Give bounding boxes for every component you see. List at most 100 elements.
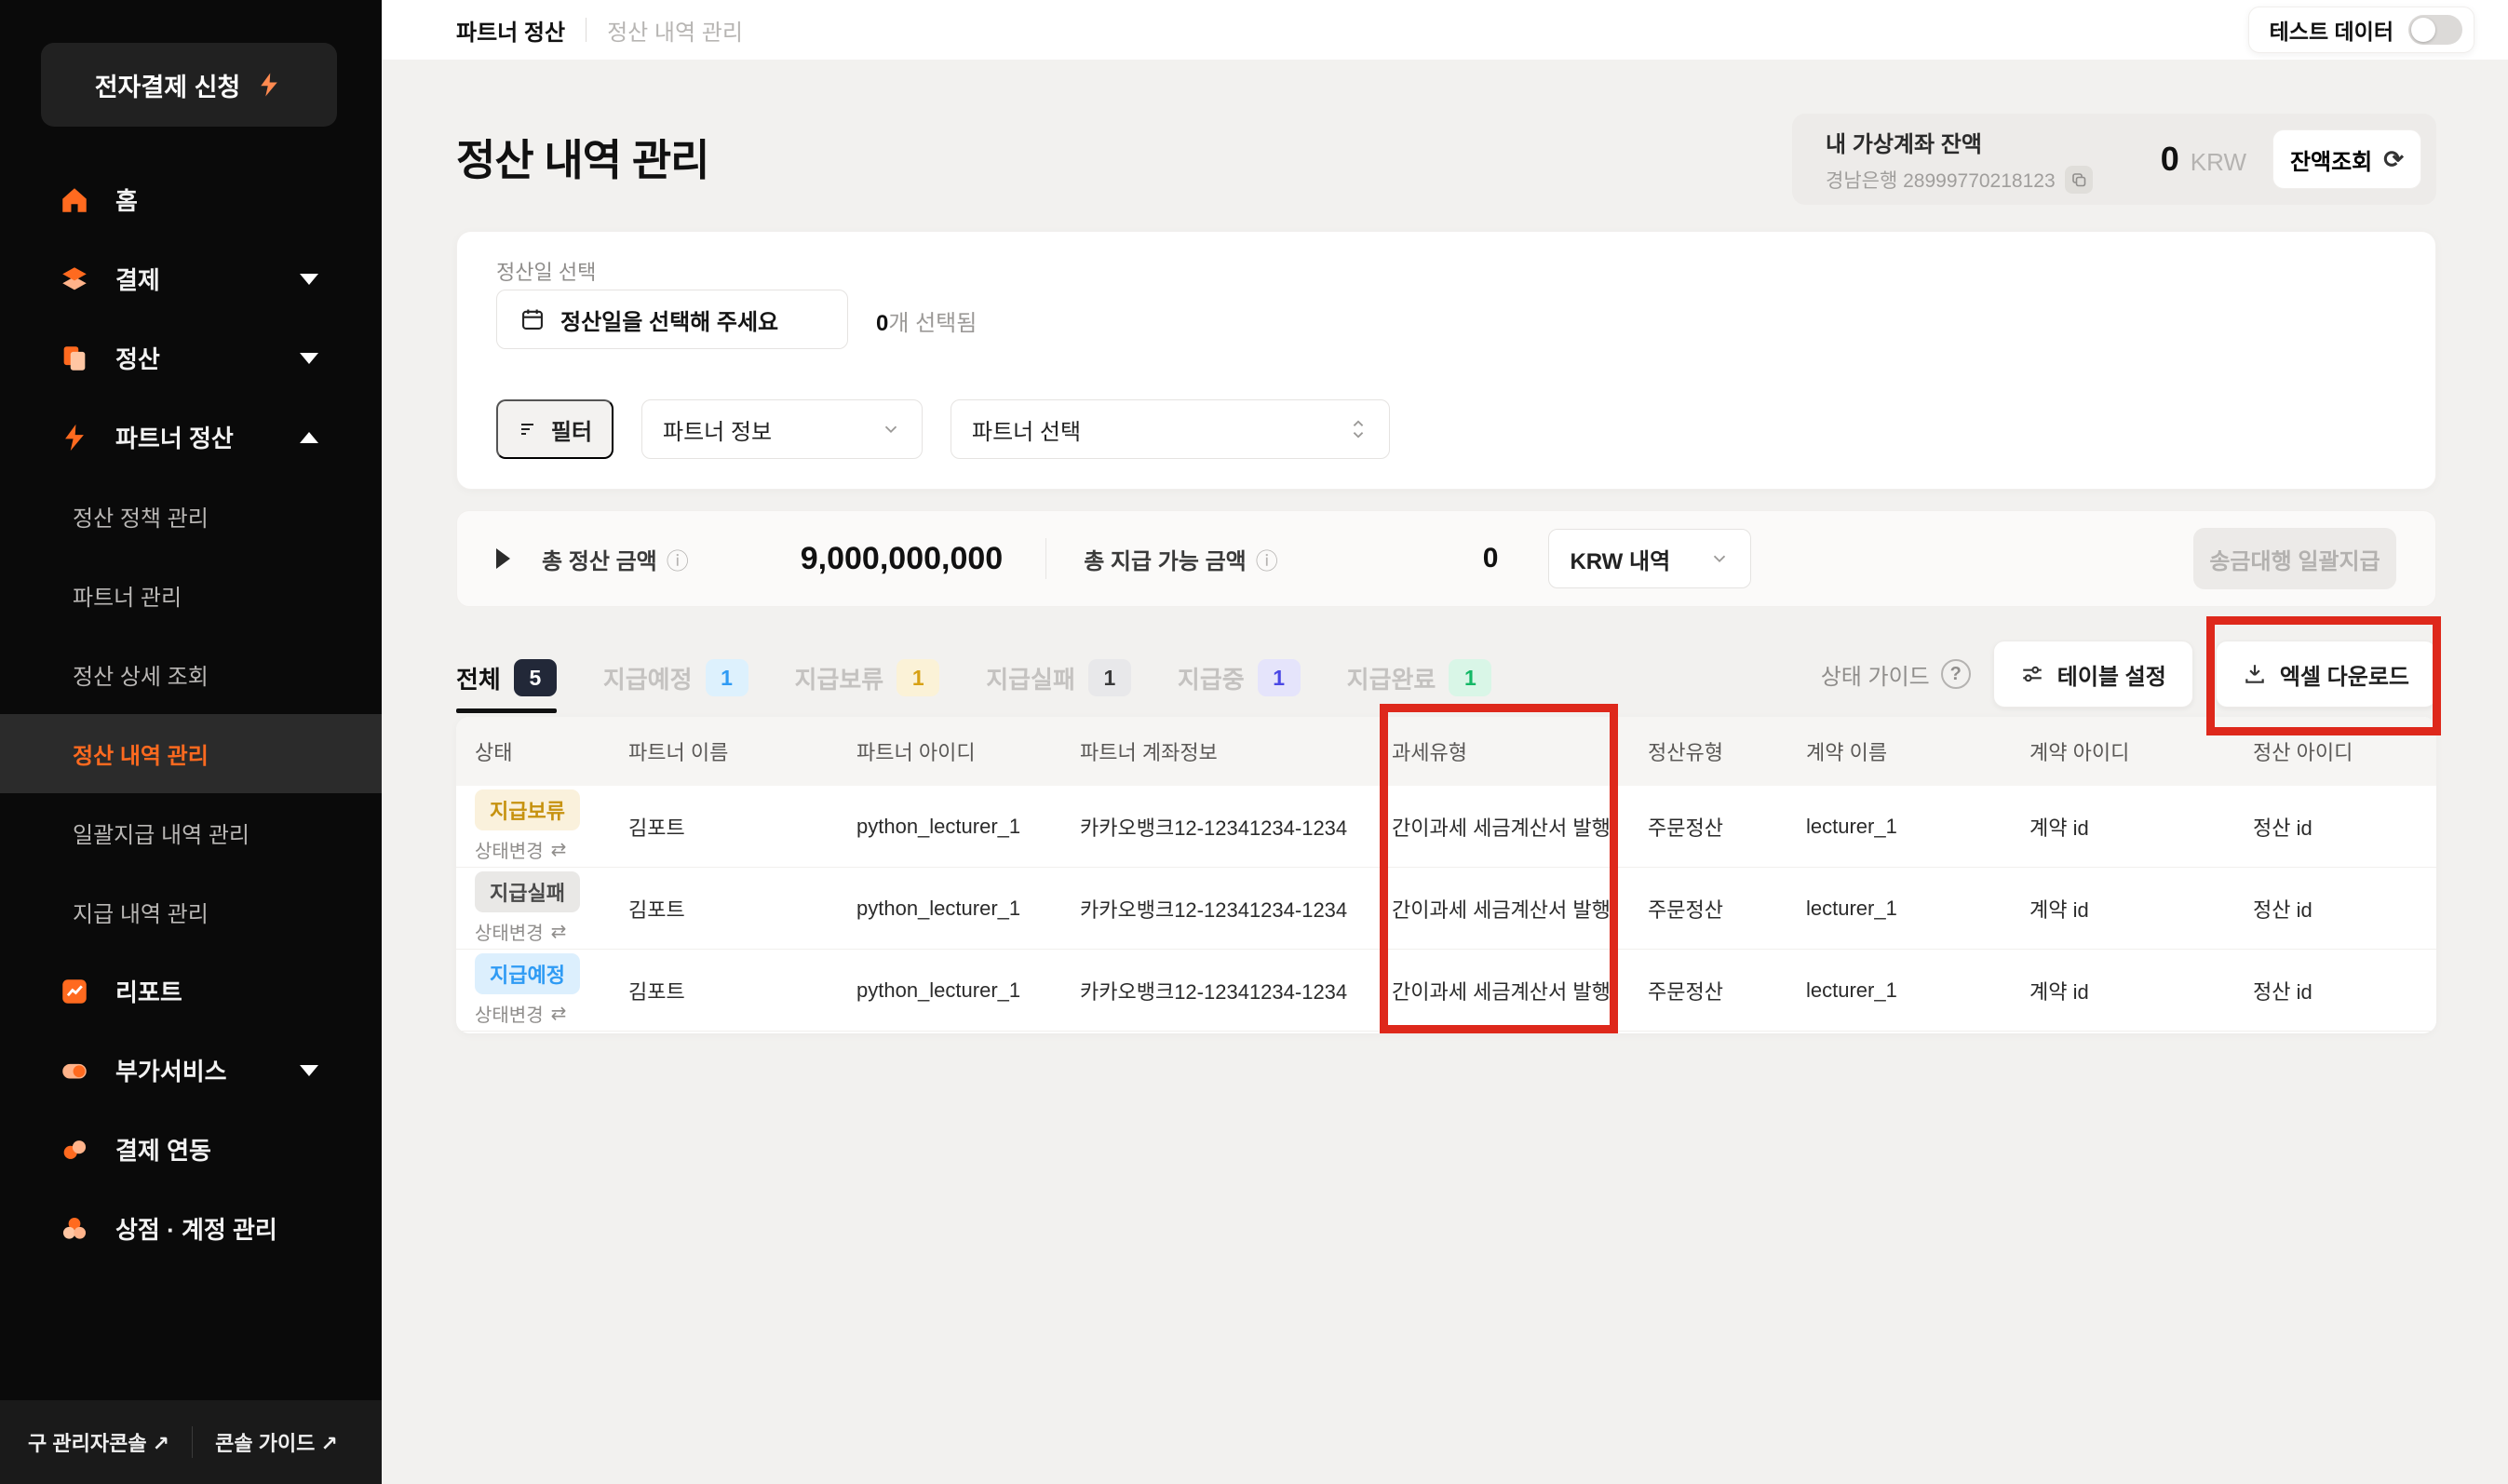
balance-inquiry-button[interactable]: 잔액조회 ⟳ <box>2272 129 2421 189</box>
chevron-down-icon <box>300 274 318 285</box>
balance-value: 0 <box>2161 140 2179 179</box>
tab-scheduled[interactable]: 지급예정 1 <box>603 642 748 713</box>
cell-tax-type: 간이과세 세금계산서 발행 <box>1392 812 1648 842</box>
filter-button[interactable]: 필터 <box>496 399 614 459</box>
cell-contract-name: lecturer_1 <box>1806 897 2029 921</box>
sidebar-item-payment-integration[interactable]: 결제 연동 <box>0 1110 382 1189</box>
download-icon <box>2243 662 2267 686</box>
status-change-link[interactable]: 상태변경 ⇄ <box>475 1000 566 1027</box>
docs-icon <box>56 340 93 377</box>
balance-account: 경남은행 28999770218123 <box>1826 166 2093 194</box>
expand-caret-icon[interactable] <box>496 548 510 569</box>
settlement-date-label: 정산일 선택 <box>496 256 596 286</box>
bulk-transfer-button[interactable]: 송금대행 일괄지급 <box>2193 528 2396 589</box>
excel-download-button[interactable]: 엑셀 다운로드 <box>2216 641 2436 708</box>
account-number: 경남은행 28999770218123 <box>1826 166 2056 194</box>
status-guide-link[interactable]: 상태 가이드 ? <box>1821 658 1971 691</box>
sub-item-label: 일괄지급 내역 관리 <box>73 816 249 849</box>
selected-count-value: 0 <box>876 311 888 336</box>
selected-count-suffix: 개 선택됨 <box>888 311 977 336</box>
table-row[interactable]: 지급실패 상태변경 ⇄ 김포트 python_lecturer_1 카카오뱅크1… <box>456 868 2436 950</box>
info-icon[interactable]: ⓘ <box>667 543 689 575</box>
sidebar-item-report[interactable]: 리포트 <box>0 951 382 1031</box>
table-settings-button[interactable]: 테이블 설정 <box>1993 641 2193 708</box>
sidebar-sub-payout-history[interactable]: 지급 내역 관리 <box>0 872 382 951</box>
cell-contract-id: 계약 id <box>2029 812 2253 842</box>
page-title: 정산 내역 관리 <box>456 127 708 188</box>
tab-label: 지급실패 <box>986 661 1075 695</box>
breadcrumb-root[interactable]: 파트너 정산 <box>456 14 565 47</box>
tab-label: 전체 <box>456 661 501 695</box>
sidebar-sub-settlement-detail[interactable]: 정산 상세 조회 <box>0 635 382 714</box>
tab-hold[interactable]: 지급보류 1 <box>795 642 940 713</box>
sidebar: 전자결제 신청 홈 결제 <box>0 0 382 1484</box>
sidebar-item-home[interactable]: 홈 <box>0 160 382 239</box>
sidebar-sub-settlement-history[interactable]: 정산 내역 관리 <box>0 714 382 793</box>
test-data-pill: 테스트 데이터 <box>2248 7 2474 53</box>
sidebar-sub-bulk-payout-history[interactable]: 일괄지급 내역 관리 <box>0 793 382 872</box>
main-content: 정산 내역 관리 내 가상계좌 잔액 경남은행 28999770218123 0… <box>382 60 2508 1484</box>
sub-item-label: 파트너 관리 <box>73 579 182 612</box>
table-row[interactable]: 지급예정 상태변경 ⇄ 김포트 python_lecturer_1 카카오뱅크1… <box>456 950 2436 1032</box>
sub-item-label: 지급 내역 관리 <box>73 896 209 928</box>
status-change-label: 상태변경 <box>475 1000 544 1027</box>
sidebar-nav: 홈 결제 정산 파트너 정산 <box>0 160 382 1268</box>
selected-count: 0개 선택됨 <box>876 304 977 337</box>
legacy-console-link[interactable]: 구 관리자콘솔 ↗ <box>28 1427 169 1457</box>
breadcrumb-current: 정산 내역 관리 <box>607 14 743 47</box>
partner-info-dropdown[interactable]: 파트너 정보 <box>641 399 923 459</box>
cell-tax-type: 간이과세 세금계산서 발행 <box>1392 894 1648 924</box>
footer-divider <box>192 1426 193 1458</box>
sidebar-item-label: 결제 <box>115 262 160 296</box>
tab-failed[interactable]: 지급실패 1 <box>986 642 1131 713</box>
tab-count-badge: 1 <box>706 659 748 696</box>
status-badge: 지급실패 <box>475 871 580 912</box>
cell-partner-account: 카카오뱅크12-12341234-1234 <box>1080 976 1392 1005</box>
status-change-link[interactable]: 상태변경 ⇄ <box>475 918 566 945</box>
cell-settlement-type: 주문정산 <box>1648 894 1806 924</box>
status-change-link[interactable]: 상태변경 ⇄ <box>475 836 566 863</box>
sidebar-item-partner-settlement[interactable]: 파트너 정산 <box>0 398 382 477</box>
tab-completed[interactable]: 지급완료 1 <box>1347 642 1492 713</box>
col-settlement-type: 정산유형 <box>1648 736 1806 766</box>
sub-item-label: 정산 정책 관리 <box>73 500 209 533</box>
copy-icon[interactable] <box>2065 166 2093 194</box>
table-row[interactable]: 지급보류 상태변경 ⇄ 김포트 python_lecturer_1 카카오뱅크1… <box>456 786 2436 868</box>
col-status: 상태 <box>475 736 628 766</box>
settlement-date-picker[interactable]: 정산일을 선택해 주세요 <box>496 290 848 349</box>
toggle-icon <box>56 1052 93 1089</box>
currency-dropdown[interactable]: KRW 내역 <box>1548 529 1751 588</box>
sidebar-item-payment[interactable]: 결제 <box>0 239 382 318</box>
sidebar-item-store-account[interactable]: 상점 · 계정 관리 <box>0 1189 382 1268</box>
status-badge: 지급예정 <box>475 953 580 994</box>
filter-row: 필터 파트너 정보 파트너 선택 <box>496 399 1390 459</box>
filter-icon <box>518 418 540 440</box>
toggle-knob <box>2411 18 2435 42</box>
breadcrumb-divider <box>586 18 587 42</box>
balance-info: 내 가상계좌 잔액 경남은행 28999770218123 <box>1826 126 2093 194</box>
tab-label: 지급완료 <box>1347 661 1436 695</box>
partner-select-dropdown[interactable]: 파트너 선택 <box>951 399 1390 459</box>
sidebar-item-settlement[interactable]: 정산 <box>0 318 382 398</box>
status-guide-label: 상태 가이드 <box>1821 658 1930 691</box>
sidebar-footer: 구 관리자콘솔 ↗ 콘솔 가이드 ↗ <box>0 1400 382 1484</box>
epay-apply-button[interactable]: 전자결제 신청 <box>41 43 337 127</box>
test-data-toggle[interactable] <box>2408 15 2462 45</box>
sidebar-sub-partner-management[interactable]: 파트너 관리 <box>0 556 382 635</box>
tab-in-progress[interactable]: 지급중 1 <box>1178 642 1301 713</box>
tab-count-badge: 1 <box>1449 659 1491 696</box>
console-guide-link[interactable]: 콘솔 가이드 ↗ <box>215 1427 338 1457</box>
settlement-table: 상태 파트너 이름 파트너 아이디 파트너 계좌정보 과세유형 정산유형 계약 … <box>456 717 2436 1033</box>
sidebar-item-addon-services[interactable]: 부가서비스 <box>0 1031 382 1110</box>
cluster-icon <box>56 1210 93 1248</box>
cell-partner-id: python_lecturer_1 <box>856 815 1080 839</box>
tab-label: 지급예정 <box>603 661 693 695</box>
sidebar-item-label: 파트너 정산 <box>115 420 234 454</box>
tab-all[interactable]: 전체 5 <box>456 642 557 713</box>
info-icon[interactable]: ⓘ <box>1256 543 1278 575</box>
sidebar-sub-settlement-policy[interactable]: 정산 정책 관리 <box>0 477 382 556</box>
col-partner-id: 파트너 아이디 <box>856 736 1080 766</box>
total-settlement-label: 총 정산 금액 ⓘ <box>542 543 689 575</box>
cell-contract-name: lecturer_1 <box>1806 978 2029 1003</box>
payable-label-text: 총 지급 가능 금액 <box>1084 543 1247 575</box>
